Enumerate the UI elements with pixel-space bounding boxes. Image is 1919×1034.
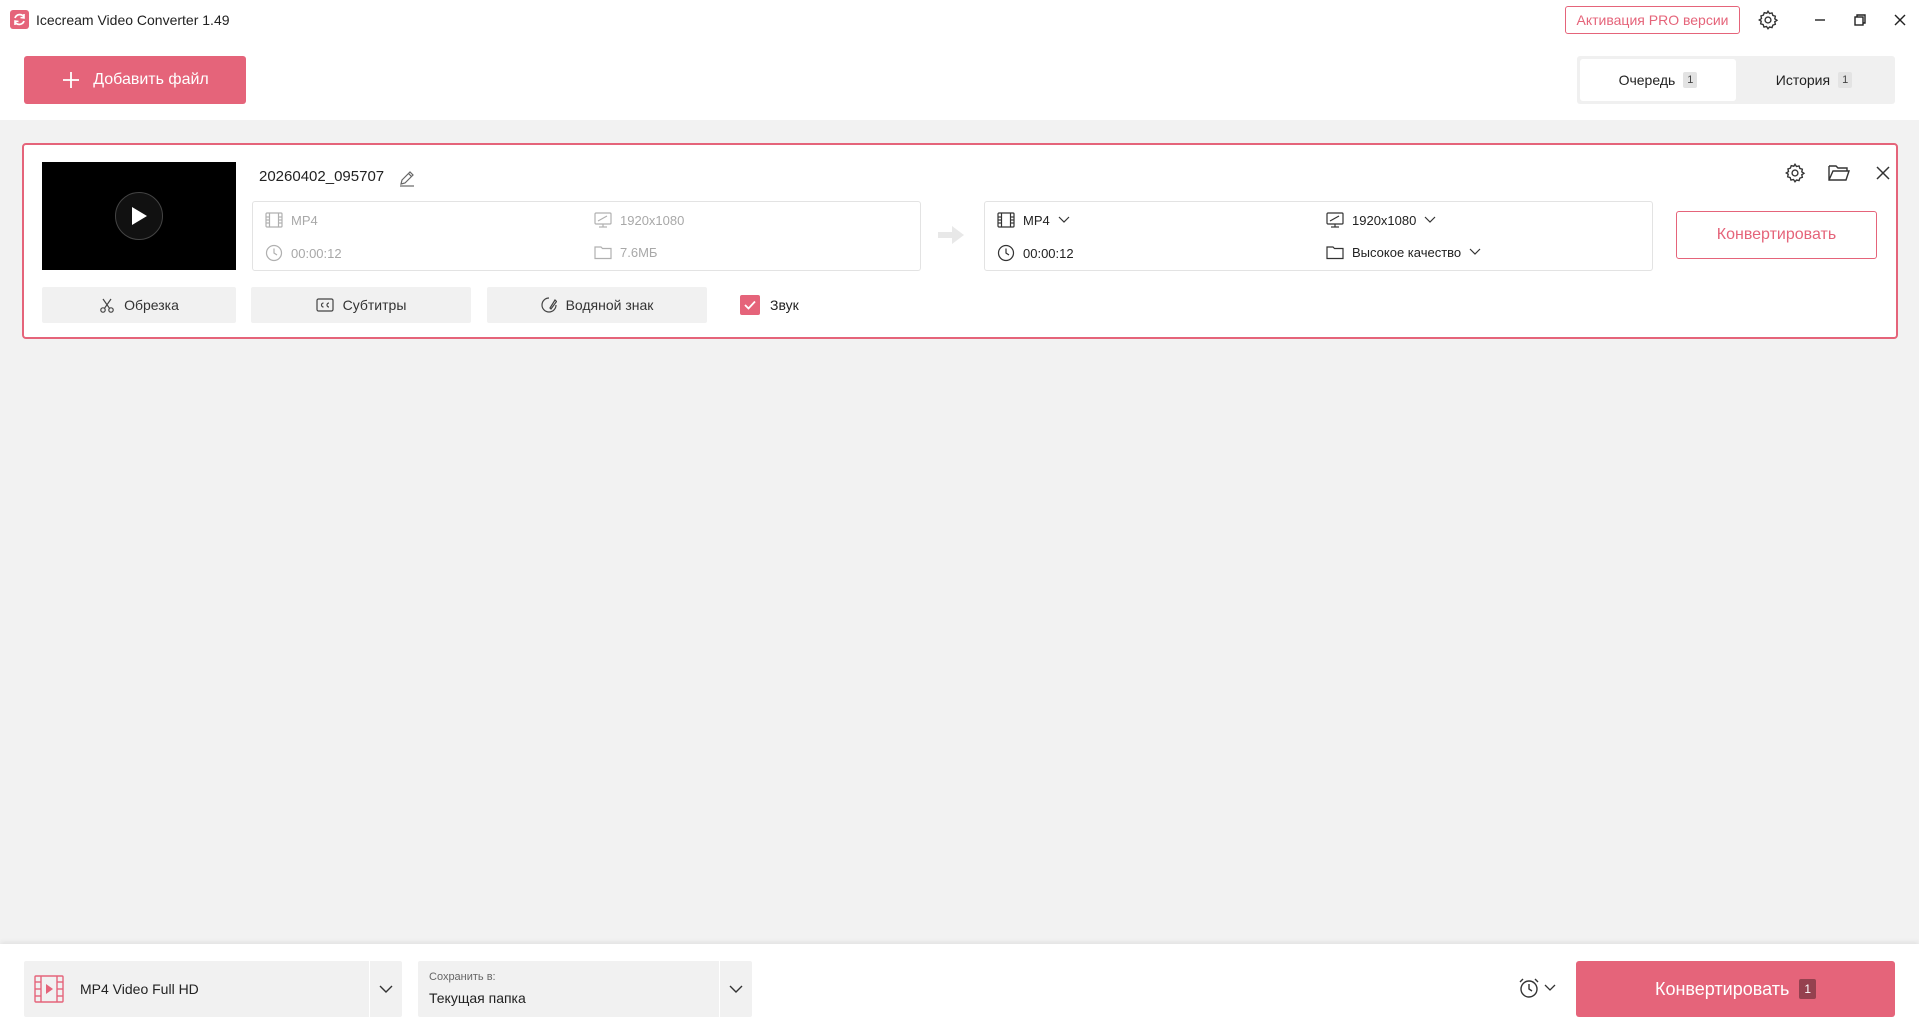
tab-queue[interactable]: Очередь 1 bbox=[1580, 59, 1736, 101]
watermark-button[interactable]: Водяной знак bbox=[487, 287, 707, 323]
title-bar: Icecream Video Converter 1.49 Активация … bbox=[0, 0, 1919, 40]
app-title: Icecream Video Converter 1.49 bbox=[36, 12, 230, 28]
output-duration-value: 00:00:12 bbox=[1023, 245, 1074, 261]
add-file-button[interactable]: Добавить файл bbox=[24, 56, 246, 104]
film-icon bbox=[265, 212, 283, 228]
trim-label: Обрезка bbox=[124, 297, 179, 313]
remove-item-close-icon[interactable] bbox=[1870, 160, 1896, 186]
clock-icon bbox=[997, 244, 1015, 262]
convert-all-label: Конвертировать bbox=[1654, 978, 1790, 999]
gear-icon[interactable] bbox=[1756, 8, 1780, 32]
save-location-select[interactable]: Сохранить в: Текущая папка bbox=[418, 961, 752, 1017]
watermark-label: Водяной знак bbox=[565, 297, 654, 313]
source-size: 7.6МБ bbox=[594, 244, 657, 260]
source-size-value: 7.6МБ bbox=[620, 244, 658, 260]
output-settings-box: MP4 00:00:12 1920x1080 Высокое качество bbox=[984, 201, 1653, 271]
file-name: 20260402_095707 bbox=[259, 168, 385, 185]
source-info-box: MP4 00:00:12 1920x1080 7.6МБ bbox=[252, 201, 921, 271]
folder-icon bbox=[1326, 246, 1344, 260]
scheduler-button[interactable] bbox=[1518, 975, 1562, 1001]
chevron-down-icon bbox=[1544, 984, 1556, 991]
output-resolution-value: 1920x1080 bbox=[1352, 212, 1417, 228]
source-format-value: MP4 bbox=[291, 212, 318, 228]
tab-history[interactable]: История 1 bbox=[1736, 59, 1892, 101]
clock-icon bbox=[265, 244, 283, 262]
sound-checkbox[interactable]: Звук bbox=[740, 295, 799, 315]
subtitles-button[interactable]: Субтитры bbox=[251, 287, 471, 323]
convert-all-button[interactable]: Конвертировать 1 bbox=[1576, 961, 1895, 1017]
output-duration: 00:00:12 bbox=[997, 244, 1074, 262]
save-to-value: Текущая папка bbox=[429, 990, 526, 1006]
monitor-icon bbox=[1326, 212, 1344, 228]
folder-icon bbox=[594, 246, 612, 260]
source-resolution-value: 1920x1080 bbox=[620, 212, 685, 228]
chevron-down-icon bbox=[1469, 248, 1481, 255]
app-window: Icecream Video Converter 1.49 Активация … bbox=[0, 0, 1919, 1034]
video-thumbnail[interactable] bbox=[42, 162, 236, 270]
scissors-icon bbox=[100, 298, 114, 313]
toolbar: Добавить файл Очередь 1 История 1 bbox=[0, 40, 1919, 120]
arrow-right-icon bbox=[938, 226, 964, 244]
output-resolution-select[interactable]: 1920x1080 bbox=[1326, 212, 1436, 228]
footer-bar: MP4 Video Full HD Сохранить в: Текущая п… bbox=[0, 944, 1919, 1034]
chevron-down-icon[interactable] bbox=[728, 981, 744, 997]
source-resolution: 1920x1080 bbox=[594, 212, 684, 228]
video-file-icon bbox=[34, 975, 64, 1003]
chevron-down-icon bbox=[1424, 216, 1436, 223]
tab-queue-count: 1 bbox=[1683, 72, 1698, 88]
film-icon bbox=[997, 212, 1015, 228]
restore-icon[interactable] bbox=[1848, 8, 1872, 32]
activate-pro-button[interactable]: Активация PRO версии bbox=[1565, 6, 1740, 34]
item-settings-gear-icon[interactable] bbox=[1782, 160, 1808, 186]
close-icon[interactable] bbox=[1888, 8, 1912, 32]
watermark-icon bbox=[540, 297, 557, 313]
convert-all-count: 1 bbox=[1799, 979, 1817, 999]
minimize-icon[interactable] bbox=[1808, 8, 1832, 32]
view-tabs: Очередь 1 История 1 bbox=[1577, 56, 1895, 104]
add-file-label: Добавить файл bbox=[93, 71, 209, 88]
save-to-caption: Сохранить в: bbox=[429, 971, 496, 983]
source-duration: 00:00:12 bbox=[265, 244, 342, 262]
preset-label: MP4 Video Full HD bbox=[80, 981, 199, 997]
source-duration-value: 00:00:12 bbox=[291, 245, 342, 261]
open-folder-icon[interactable] bbox=[1826, 160, 1852, 186]
checkbox-checked-icon[interactable] bbox=[740, 295, 760, 315]
pencil-icon[interactable] bbox=[398, 169, 416, 187]
cc-icon bbox=[316, 298, 334, 312]
chevron-down-icon[interactable] bbox=[378, 981, 394, 997]
tab-history-count: 1 bbox=[1838, 72, 1853, 88]
subtitles-label: Субтитры bbox=[342, 297, 407, 313]
preset-select[interactable]: MP4 Video Full HD bbox=[24, 961, 402, 1017]
item-convert-button[interactable]: Конвертировать bbox=[1676, 211, 1877, 259]
alarm-clock-icon bbox=[1519, 978, 1539, 998]
app-logo-icon bbox=[10, 10, 29, 29]
output-format-value: MP4 bbox=[1023, 212, 1050, 228]
output-quality-value: Высокое качество bbox=[1352, 244, 1462, 260]
monitor-icon bbox=[594, 212, 612, 228]
source-format: MP4 bbox=[265, 212, 318, 228]
tab-queue-label: Очередь bbox=[1618, 72, 1676, 88]
save-to-divider bbox=[719, 961, 720, 1017]
queue-item-card: 20260402_095707 MP4 00:00:12 1920x1080 7… bbox=[22, 143, 1898, 339]
chevron-down-icon bbox=[1058, 216, 1070, 223]
play-icon[interactable] bbox=[115, 192, 163, 240]
trim-button[interactable]: Обрезка bbox=[42, 287, 236, 323]
output-quality-select[interactable]: Высокое качество bbox=[1326, 244, 1481, 260]
sound-label: Звук bbox=[770, 297, 799, 313]
preset-divider bbox=[369, 961, 370, 1017]
plus-icon bbox=[63, 72, 80, 88]
output-format-select[interactable]: MP4 bbox=[997, 212, 1070, 228]
tab-history-label: История bbox=[1775, 72, 1831, 88]
